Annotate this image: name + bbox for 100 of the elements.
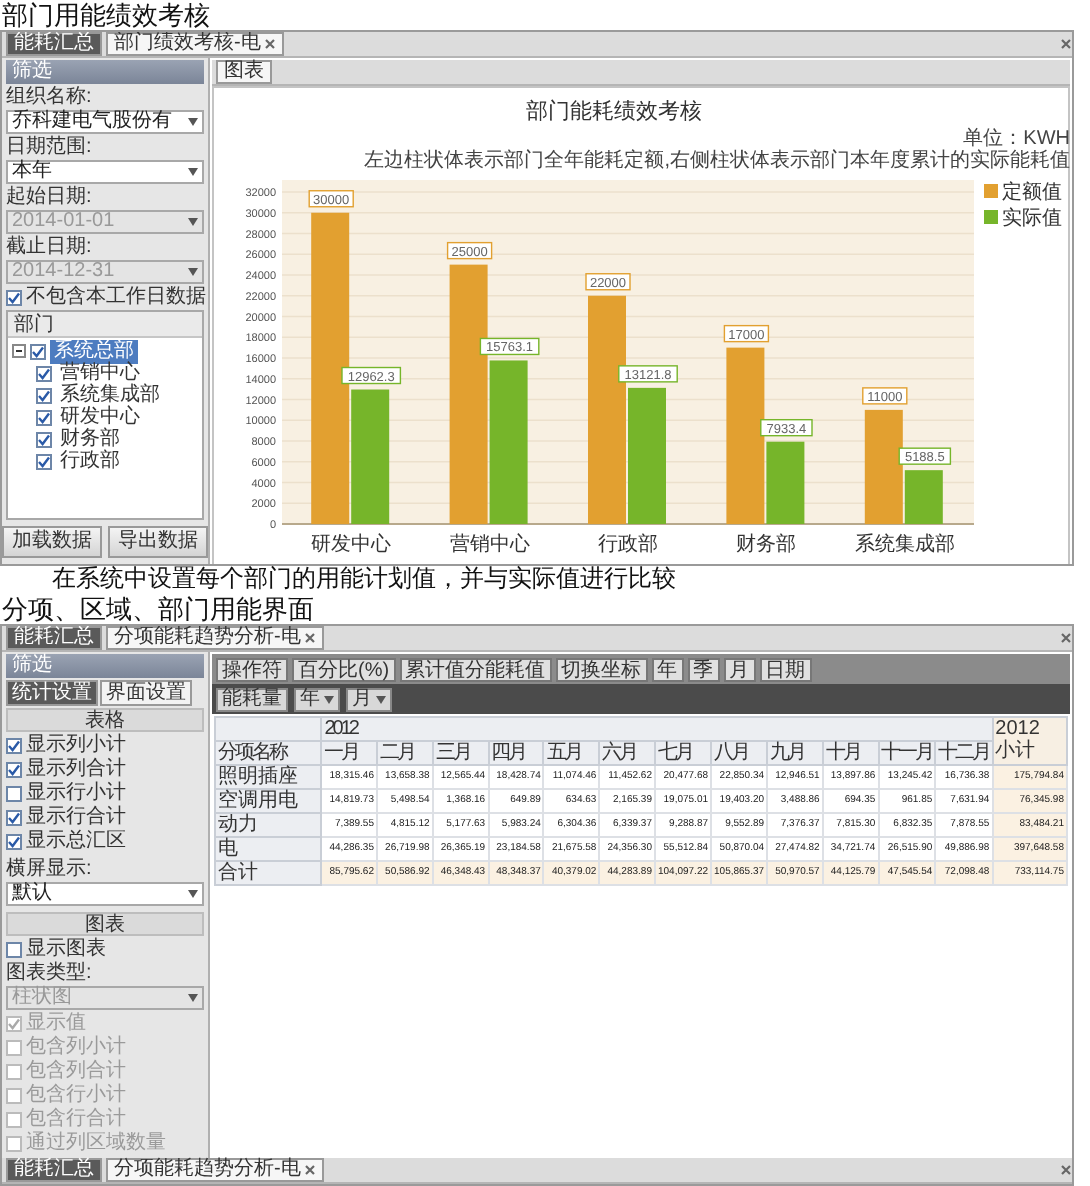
- caret-icon: [188, 218, 198, 226]
- section-header: 表格: [6, 708, 204, 732]
- option-label: 通过列区域数量: [26, 1131, 166, 1155]
- close-icon[interactable]: [304, 1164, 317, 1176]
- close-icon[interactable]: [1060, 632, 1072, 644]
- tree-item[interactable]: 系统集成部: [56, 383, 164, 407]
- field-label: 图表类型:: [6, 962, 94, 984]
- row-label: 空调用电: [215, 789, 322, 813]
- caret-icon: [188, 268, 198, 276]
- checkbox[interactable]: [6, 289, 22, 305]
- toolbar-button[interactable]: 操作符: [216, 657, 288, 681]
- checkbox[interactable]: [6, 833, 22, 849]
- panel-title: 筛选: [6, 654, 204, 678]
- row-label: 照明插座: [215, 765, 322, 789]
- close-icon[interactable]: [1060, 1164, 1072, 1176]
- field-label: 日期范围:: [6, 136, 94, 158]
- chart-note: 左边柱状体表示部门全年能耗定额,右侧柱状体表示部门本年度累计的实际能耗值: [364, 150, 1070, 172]
- option-label: 显示行小计: [26, 781, 126, 805]
- option-label: 显示列小计: [26, 733, 126, 757]
- dropdown[interactable]: 默认: [6, 882, 204, 906]
- checkbox[interactable]: [6, 785, 22, 801]
- toolbar-button[interactable]: 累计值分能耗值: [399, 657, 552, 681]
- filter-field[interactable]: 年: [294, 687, 340, 711]
- toolbar-button[interactable]: 日期: [759, 657, 812, 681]
- tab[interactable]: 能耗汇总: [6, 1158, 102, 1182]
- row-label: 合计: [215, 861, 322, 885]
- column-header: 2012: [321, 717, 993, 741]
- option-label: 包含列小计: [26, 1035, 126, 1059]
- checkbox[interactable]: [36, 365, 52, 381]
- filter-field[interactable]: 月: [346, 687, 392, 711]
- option-label: 显示行合计: [26, 805, 126, 829]
- option-label: 包含列合计: [26, 1059, 126, 1083]
- paragraph: 在系统中设置每个部门的用能计划值，并与实际值进行比较: [50, 566, 678, 594]
- column-header: 2012 小计: [992, 717, 1067, 765]
- tab[interactable]: 界面设置: [100, 680, 192, 706]
- legend-label: 实际值: [1002, 208, 1062, 230]
- toolbar-button[interactable]: 切换坐标: [555, 657, 648, 681]
- checkbox[interactable]: [30, 343, 46, 359]
- tree-item[interactable]: 营销中心: [56, 361, 144, 385]
- legend-label: 定额值: [1002, 182, 1062, 204]
- action-button[interactable]: 加载数据: [2, 526, 102, 558]
- field-label: 组织名称:: [6, 86, 94, 108]
- option-label: 包含行小计: [26, 1083, 126, 1107]
- checkbox[interactable]: [36, 409, 52, 425]
- toolbar-button[interactable]: 年: [651, 657, 684, 681]
- tree-item[interactable]: 财务部: [56, 427, 124, 451]
- caret-icon: [188, 118, 198, 126]
- category-label: 系统集成部: [854, 534, 955, 556]
- option-label: 显示值: [26, 1011, 86, 1035]
- tab[interactable]: 能耗汇总: [6, 32, 102, 56]
- tree-header: 部门: [8, 312, 202, 338]
- caret-icon: [188, 168, 198, 176]
- option-label: 不包含本工作日数据: [26, 285, 206, 309]
- caret-icon: [188, 994, 198, 1002]
- close-icon[interactable]: [264, 38, 277, 50]
- field-label: 起始日期:: [6, 186, 94, 208]
- measure-field[interactable]: 能耗量: [216, 687, 288, 711]
- tab[interactable]: 分项能耗趋势分析-电: [106, 1158, 325, 1182]
- tab[interactable]: 统计设置: [6, 680, 98, 706]
- chart-title: 部门能耗绩效考核: [526, 100, 702, 124]
- category-label: 营销中心: [449, 534, 530, 556]
- checkbox[interactable]: [6, 809, 22, 825]
- checkbox[interactable]: [6, 941, 22, 957]
- tab[interactable]: 图表: [216, 60, 272, 84]
- row-label: 电: [215, 837, 322, 861]
- category-label: 财务部: [736, 534, 797, 556]
- option-label: 显示图表: [26, 937, 106, 961]
- section-heading: 部门用能绩效考核: [0, 0, 212, 30]
- toolbar-button[interactable]: 月: [723, 657, 756, 681]
- field-label: 横屏显示:: [6, 858, 94, 880]
- tree-item[interactable]: 研发中心: [56, 405, 144, 429]
- tab[interactable]: 能耗汇总: [6, 626, 102, 650]
- option-label: 显示总汇区: [26, 829, 126, 853]
- collapse-icon[interactable]: [12, 344, 26, 358]
- toolbar-button[interactable]: 季: [687, 657, 720, 681]
- caret-icon: [188, 890, 198, 898]
- row-header[interactable]: 分项名称: [215, 741, 322, 765]
- checkbox[interactable]: [36, 431, 52, 447]
- option-label: 显示列合计: [26, 757, 126, 781]
- unit-label: 单位：KWH: [963, 128, 1070, 150]
- dropdown[interactable]: 乔科建电气股份有: [6, 110, 204, 134]
- checkbox[interactable]: [6, 761, 22, 777]
- checkbox[interactable]: [6, 737, 22, 753]
- toolbar-button[interactable]: 百分比(%): [292, 657, 396, 681]
- caret-icon: [324, 695, 334, 703]
- checkbox[interactable]: [36, 387, 52, 403]
- tab[interactable]: 分项能耗趋势分析-电: [106, 626, 325, 650]
- section-heading: 分项、区域、部门用能界面: [0, 594, 316, 624]
- tree-item[interactable]: 系统总部: [50, 339, 138, 363]
- dropdown[interactable]: 本年: [6, 160, 204, 184]
- action-button[interactable]: 导出数据: [108, 526, 208, 558]
- tree-item[interactable]: 行政部: [56, 449, 124, 473]
- field-label: 截止日期:: [6, 236, 94, 258]
- panel-title: 筛选: [6, 60, 204, 84]
- close-icon[interactable]: [304, 632, 317, 644]
- close-icon[interactable]: [1060, 38, 1072, 50]
- checkbox[interactable]: [36, 453, 52, 469]
- section-header: 图表: [6, 912, 204, 936]
- option-label: 包含行合计: [26, 1107, 126, 1131]
- row-label: 动力: [215, 813, 322, 837]
